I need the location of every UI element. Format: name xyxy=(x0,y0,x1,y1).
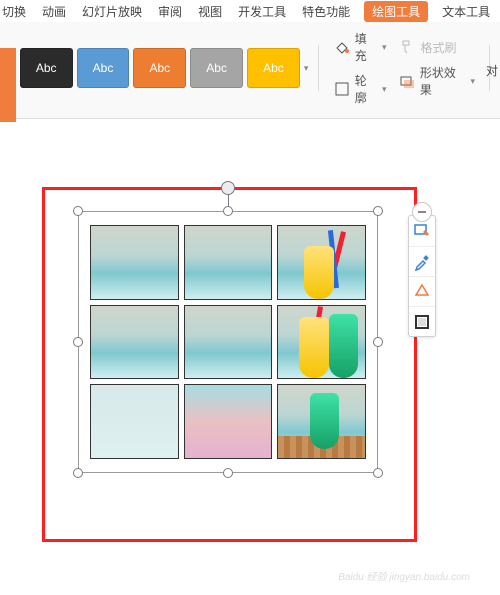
resize-handle-top-left[interactable] xyxy=(73,206,83,216)
picture-cell[interactable] xyxy=(90,305,179,380)
format-painter-label: 格式刷 xyxy=(420,39,456,56)
crop-button[interactable] xyxy=(409,276,435,306)
crop-icon xyxy=(413,283,431,301)
fill-label: 填充 xyxy=(355,30,378,64)
ribbon-toolbar: Abc Abc Abc Abc Abc ▾ 填充 ▾ 轮廓 ▾ 格式刷 形状效果… xyxy=(0,22,500,119)
outline-icon xyxy=(333,80,350,98)
resize-handle-right[interactable] xyxy=(373,337,383,347)
tab-text-tools[interactable]: 文本工具 xyxy=(440,1,492,22)
resize-handle-bottom[interactable] xyxy=(223,468,233,478)
picture-cell[interactable] xyxy=(277,384,366,459)
chevron-down-icon: ▾ xyxy=(382,84,387,95)
slide-thumbnail-active-indicator xyxy=(0,48,16,122)
ribbon-tabs: 切换 动画 幻灯片放映 审阅 视图 开发工具 特色功能 绘图工具 文本工具 xyxy=(0,0,500,22)
resize-handle-top-right[interactable] xyxy=(373,206,383,216)
shape-effects-button[interactable]: 形状效果 ▾ xyxy=(394,62,479,100)
picture-cell[interactable] xyxy=(184,305,273,380)
style-swatch-black[interactable]: Abc xyxy=(20,48,73,88)
outline-button[interactable]: 轮廓 ▾ xyxy=(329,70,390,108)
selected-picture-group[interactable] xyxy=(78,211,378,473)
picture-cell[interactable] xyxy=(184,384,273,459)
border-button[interactable] xyxy=(409,306,435,336)
slide-canvas[interactable]: Baidu 经验 jingyan.baidu.com xyxy=(0,155,500,595)
chevron-down-icon: ▾ xyxy=(382,42,387,53)
picture-cell[interactable] xyxy=(277,225,366,300)
paint-bucket-icon xyxy=(333,38,350,56)
collapse-panel-button[interactable] xyxy=(412,202,432,222)
eyedropper-icon xyxy=(413,253,431,271)
tab-review[interactable]: 审阅 xyxy=(156,1,184,22)
picture-cell[interactable] xyxy=(90,384,179,459)
tab-animation[interactable]: 动画 xyxy=(40,1,68,22)
resize-handle-top[interactable] xyxy=(223,206,233,216)
floating-tool-panel xyxy=(408,215,436,337)
resize-handle-left[interactable] xyxy=(73,337,83,347)
style-swatch-gray[interactable]: Abc xyxy=(190,48,243,88)
resize-handle-bottom-right[interactable] xyxy=(373,468,383,478)
tab-devtools[interactable]: 开发工具 xyxy=(236,1,288,22)
tab-view[interactable]: 视图 xyxy=(196,1,224,22)
picture-cell[interactable] xyxy=(277,305,366,380)
tab-features[interactable]: 特色功能 xyxy=(300,1,352,22)
watermark-text: Baidu 经验 jingyan.baidu.com xyxy=(338,568,470,583)
format-painter-icon xyxy=(398,38,416,56)
ribbon-overflow-label: 对 xyxy=(486,62,498,79)
tab-drawing-tools[interactable]: 绘图工具 xyxy=(364,1,428,22)
chevron-down-icon: ▾ xyxy=(471,76,476,87)
picture-properties-icon xyxy=(413,222,431,240)
style-swatch-yellow[interactable]: Abc xyxy=(247,48,300,88)
border-icon xyxy=(413,313,431,331)
rotate-handle[interactable] xyxy=(221,181,235,195)
tab-transition[interactable]: 切换 xyxy=(0,1,28,22)
tab-slideshow[interactable]: 幻灯片放映 xyxy=(80,1,144,22)
outline-label: 轮廓 xyxy=(355,72,378,106)
shape-effects-label: 形状效果 xyxy=(420,64,467,98)
picture-cell[interactable] xyxy=(90,225,179,300)
style-swatch-orange[interactable]: Abc xyxy=(133,48,186,88)
eyedropper-button[interactable] xyxy=(409,246,435,276)
picture-grid-3x3 xyxy=(90,225,366,459)
shape-effects-icon xyxy=(398,72,415,90)
minus-icon xyxy=(417,207,427,217)
format-painter-button[interactable]: 格式刷 xyxy=(394,36,479,58)
separator xyxy=(318,45,319,91)
resize-handle-bottom-left[interactable] xyxy=(73,468,83,478)
style-gallery-expand-icon[interactable]: ▾ xyxy=(304,63,309,74)
style-swatch-blue[interactable]: Abc xyxy=(77,48,130,88)
picture-cell[interactable] xyxy=(184,225,273,300)
fill-button[interactable]: 填充 ▾ xyxy=(329,28,390,66)
